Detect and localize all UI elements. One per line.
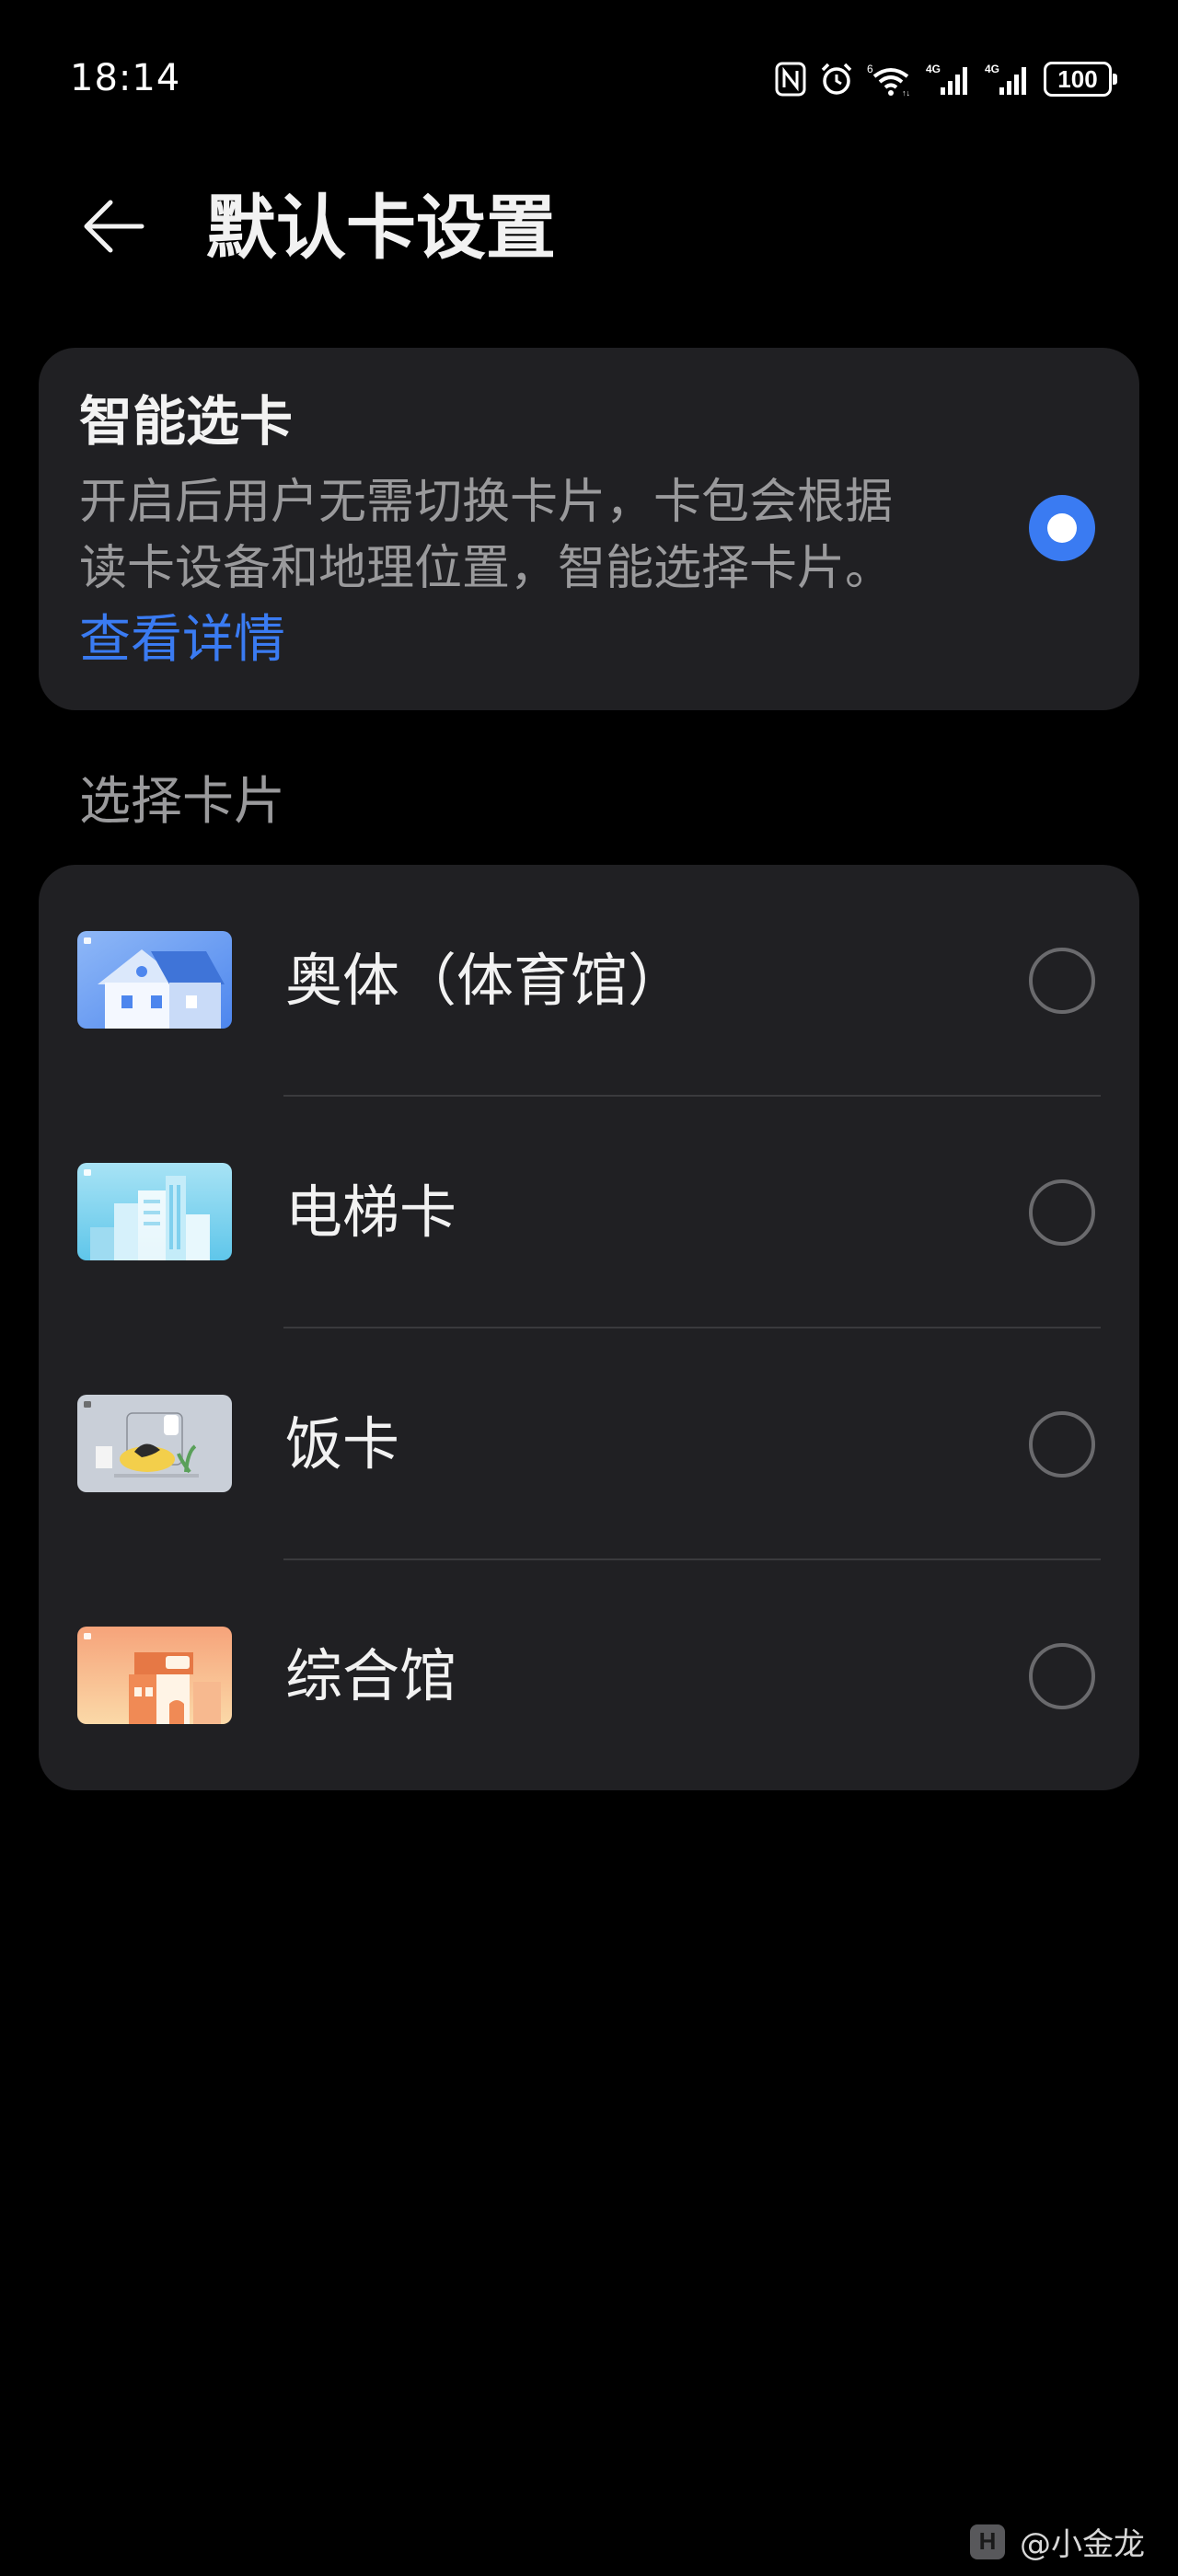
watermark: H @小金龙 xyxy=(970,2519,1145,2564)
signal-4g-icon: 4G xyxy=(985,62,1031,97)
smart-select-radio[interactable] xyxy=(1029,495,1095,561)
city-buildings-card-icon xyxy=(77,1163,232,1260)
card-radio[interactable] xyxy=(1029,948,1095,1014)
card-name: 电梯卡 xyxy=(285,1179,457,1246)
alarm-icon xyxy=(819,62,854,97)
radio-selected-dot xyxy=(1047,513,1077,543)
card-radio[interactable] xyxy=(1029,1643,1095,1709)
smart-select-description-line: 读卡设备和地理位置，智能选择卡片。 xyxy=(79,541,894,596)
card-radio[interactable] xyxy=(1029,1179,1095,1246)
smart-select-description-line: 开启后用户无需切换卡片，卡包会根据 xyxy=(79,475,894,530)
smart-select-description: 开启后用户无需切换卡片，卡包会根据 读卡设备和地理位置，智能选择卡片。 xyxy=(79,469,1036,602)
smart-select-title: 智能选卡 xyxy=(79,390,294,453)
nfc-icon xyxy=(775,62,806,97)
card-name: 奥体（体育馆） xyxy=(285,947,686,1014)
section-title: 选择卡片 xyxy=(79,772,285,832)
status-icons: 6 ↑↓ 4G 4G 100 xyxy=(775,57,1117,101)
arrow-left-icon xyxy=(81,193,147,263)
card-item-aoti[interactable]: 奥体（体育馆） xyxy=(39,865,1139,1097)
card-item-elevator[interactable]: 电梯卡 xyxy=(39,1097,1139,1328)
orange-building-card-icon xyxy=(77,1627,232,1724)
header: 默认卡设置 xyxy=(0,156,1178,285)
card-item-complex[interactable]: 综合馆 xyxy=(39,1560,1139,1792)
watermark-logo: H xyxy=(970,2524,1005,2559)
back-button[interactable] xyxy=(66,180,162,276)
wifi-icon: 6 ↑↓ xyxy=(867,62,913,97)
status-bar: 18:14 6 ↑↓ 4G 4G 100 xyxy=(0,0,1178,156)
house-card-icon xyxy=(77,931,232,1029)
page-title: 默认卡设置 xyxy=(206,187,556,269)
smart-select-panel: 智能选卡 开启后用户无需切换卡片，卡包会根据 读卡设备和地理位置，智能选择卡片。… xyxy=(39,348,1139,710)
battery-level: 100 xyxy=(1057,65,1098,93)
view-details-link[interactable]: 查看详情 xyxy=(79,607,285,673)
card-radio[interactable] xyxy=(1029,1411,1095,1478)
battery-icon: 100 xyxy=(1044,62,1117,97)
svg-text:4G: 4G xyxy=(985,63,999,75)
svg-text:4G: 4G xyxy=(926,63,941,75)
svg-text:6: 6 xyxy=(867,63,873,75)
card-name: 综合馆 xyxy=(285,1642,457,1709)
status-time: 18:14 xyxy=(70,57,181,99)
watermark-text: @小金龙 xyxy=(1020,2526,1145,2563)
card-item-meal[interactable]: 饭卡 xyxy=(39,1328,1139,1560)
svg-text:↑↓: ↑↓ xyxy=(902,88,910,97)
card-name: 饭卡 xyxy=(285,1410,400,1478)
signal-4g-icon: 4G xyxy=(926,62,972,97)
desk-illustration-card-icon xyxy=(77,1395,232,1492)
card-list: 奥体（体育馆） 电梯卡 饭卡 综合馆 xyxy=(39,865,1139,1790)
